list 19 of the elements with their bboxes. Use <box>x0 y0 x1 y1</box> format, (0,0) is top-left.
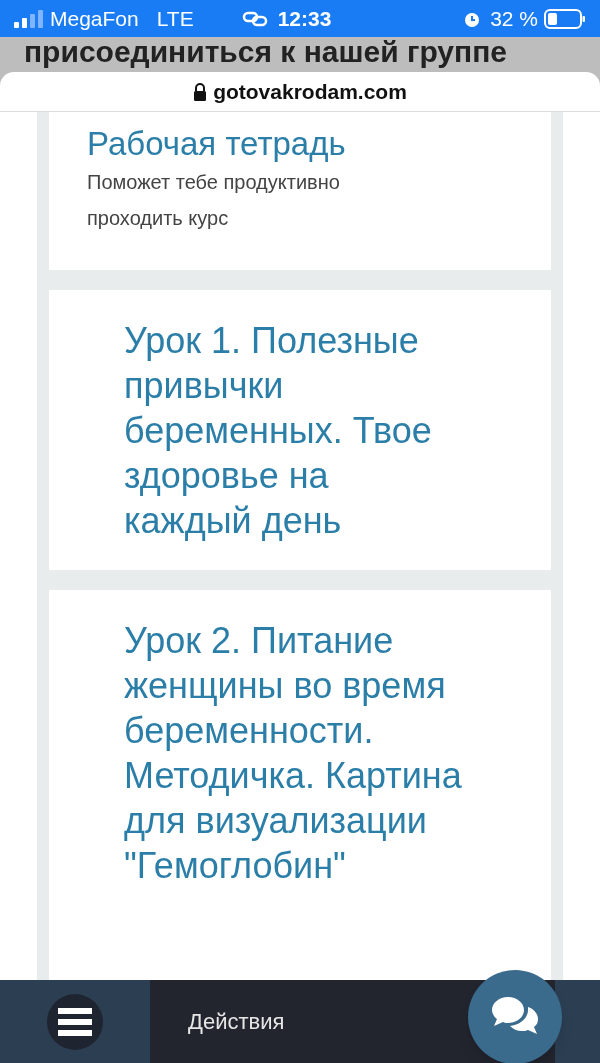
card[interactable]: Рабочая тетрадь Поможет тебе продуктивно проходить курс <box>49 112 551 270</box>
lock-icon <box>193 82 208 101</box>
card[interactable]: Урок 1. Полезные привычки беременных. Твое здоровье на каждый день <box>49 290 551 570</box>
link-icon <box>241 10 268 27</box>
page-heading: присоединиться к нашей группе <box>24 37 507 70</box>
battery-percent: 32 % <box>490 5 538 32</box>
network-type: LTE <box>156 5 194 32</box>
card-title: Урок 2. Питание женщины во время беременности. Методичка. Картина для визуализации "Гемоглобин" <box>124 619 463 888</box>
card-subtitle: Поможет тебе продуктивно проходить курс <box>87 170 341 231</box>
signal-icon <box>14 8 46 29</box>
actions-label: Действия <box>188 1008 285 1036</box>
clock-time: 12:33 <box>277 5 332 32</box>
battery-icon <box>544 8 586 29</box>
card-title: Урок 1. Полезные привычки беременных. Твое здоровье на каждый день <box>124 319 433 543</box>
carrier-name: MegaFon <box>50 5 139 32</box>
url-text: gotovakrodam.com <box>213 78 407 105</box>
actions-bar[interactable]: Действия <box>150 980 465 1063</box>
menu-icon <box>58 1007 92 1036</box>
card-title: Рабочая тетрадь <box>87 124 347 164</box>
